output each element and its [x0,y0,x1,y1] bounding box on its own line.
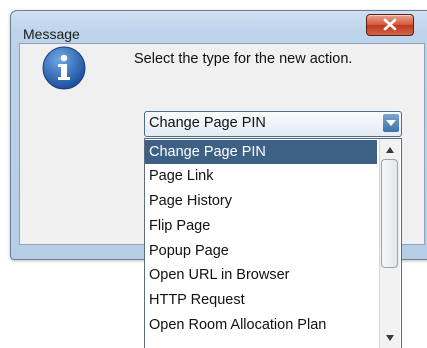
close-button[interactable] [366,14,414,36]
dialog-prompt: Select the type for the new action. [134,51,353,67]
combobox-value: Change Page PIN [149,115,266,131]
scroll-up-button[interactable] [381,141,399,159]
list-item[interactable]: Change Page PIN [145,140,377,164]
list-item[interactable]: Open URL in Browser [145,263,377,287]
arrow-up-icon [386,147,394,153]
list-item[interactable]: Flip Page [145,214,377,238]
action-type-combobox[interactable]: Change Page PIN [144,111,402,137]
dialog-title: Message [23,26,80,42]
arrow-down-icon [386,335,394,341]
list-item[interactable]: Open Room Allocation Plan [145,313,377,337]
scrollbar-thumb[interactable] [381,159,398,268]
information-icon [42,46,86,90]
scroll-down-button[interactable] [381,329,399,347]
list-item[interactable]: Popup Page [145,239,377,263]
list-item[interactable]: Page Link [145,164,377,188]
close-icon [383,18,397,31]
dropdown-arrow-button[interactable] [383,114,399,132]
list-item[interactable]: HTTP Request [145,288,377,312]
action-type-dropdown-list: Change Page PIN Page Link Page History F… [144,138,402,348]
chevron-down-icon [386,120,396,126]
list-item[interactable]: Page History [145,189,377,213]
vertical-scrollbar[interactable] [379,139,400,348]
